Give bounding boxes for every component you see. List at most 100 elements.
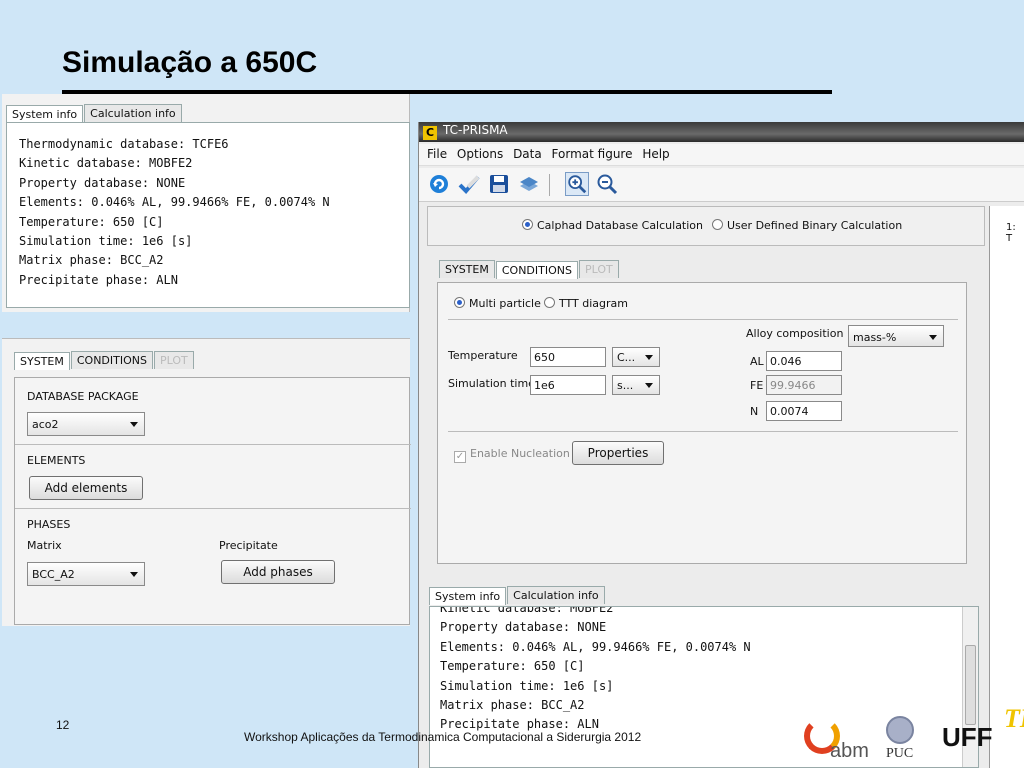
info-line: Elements: 0.046% AL, 99.9466% FE, 0.0074… [440, 639, 751, 654]
conditions-tab-body: Multi particle TTT diagram Alloy composi… [437, 282, 967, 564]
tab-conditions[interactable]: CONDITIONS [70, 351, 153, 369]
app-logo-icon: C [423, 126, 437, 140]
menu-file[interactable]: File [427, 147, 447, 161]
simulation-time-unit-value: s... [617, 379, 634, 392]
info-line: Thermodynamic database: TCFE6 [19, 137, 229, 151]
menu-format-figure[interactable]: Format figure [552, 147, 633, 161]
scrollbar-thumb[interactable] [965, 645, 976, 725]
plot-tab-label[interactable]: 1: T [1006, 222, 1016, 244]
info-line: Kinetic database: MOBFE2 [440, 606, 614, 615]
system-panel-tab-bar: SYSTEM CONDITIONS PLOT [14, 351, 195, 370]
phases-label: PHASES [27, 518, 71, 531]
matrix-phase-select[interactable]: BCC_A2 [27, 562, 145, 586]
alloy-composition-label: Alloy composition [746, 327, 844, 340]
tab-system[interactable]: SYSTEM [439, 260, 495, 278]
tab-conditions[interactable]: CONDITIONS [495, 261, 578, 279]
ttt-diagram-radio[interactable]: TTT diagram [544, 297, 628, 310]
calphad-radio[interactable]: Calphad Database Calculation [522, 219, 703, 232]
abm-logo: abm [830, 740, 869, 762]
matrix-label: Matrix [27, 539, 62, 552]
element-label-al: AL [750, 355, 764, 368]
tab-calculation-info[interactable]: Calculation info [84, 104, 182, 122]
menu-data[interactable]: Data [513, 147, 542, 161]
bottom-info-tab-bar: System info Calculation info [429, 586, 606, 605]
system-info-panel: System info Calculation info Thermodynam… [2, 94, 410, 312]
info-line: Precipitate phase: ALN [19, 272, 178, 287]
multi-particle-label: Multi particle [469, 297, 541, 310]
simulation-time-input[interactable]: 1e6 [530, 375, 606, 395]
temperature-input[interactable]: 650 [530, 347, 606, 367]
refresh-icon[interactable] [427, 172, 451, 196]
tab-system-info[interactable]: System info [6, 105, 84, 123]
database-package-label: DATABASE PACKAGE [27, 390, 139, 403]
info-line: Simulation time: 1e6 [s] [440, 678, 614, 693]
page-number: 12 [56, 718, 70, 732]
user-defined-radio[interactable]: User Defined Binary Calculation [712, 219, 902, 232]
calphad-label: Calphad Database Calculation [537, 219, 703, 232]
radio-selected-icon [522, 219, 533, 230]
chevron-down-icon [130, 422, 138, 427]
properties-button[interactable]: Properties [572, 441, 664, 465]
layers-icon[interactable] [517, 172, 541, 196]
add-phases-button[interactable]: Add phases [221, 560, 335, 584]
checkbox-checked-icon: ✓ [454, 451, 466, 463]
temperature-unit-select[interactable]: C... [612, 347, 660, 367]
info-line: Matrix phase: BCC_A2 [440, 698, 585, 713]
tab-calculation-info[interactable]: Calculation info [507, 586, 605, 604]
chevron-down-icon [929, 335, 937, 340]
info-line: Elements: 0.046% AL, 99.9466% FE, 0.0074… [19, 195, 330, 210]
enable-nucleation-label: Enable Nucleation [470, 447, 570, 460]
divider [448, 319, 958, 320]
alloy-unit-value: mass-% [853, 331, 897, 344]
conditions-tab-bar: SYSTEM CONDITIONS PLOT [439, 260, 620, 279]
tc-prisma-window: C TC-PRISMA File Options Data Format figu… [418, 122, 1024, 768]
user-defined-label: User Defined Binary Calculation [727, 219, 903, 232]
ttt-diagram-label: TTT diagram [559, 297, 629, 310]
puc-logo: PUC [886, 746, 914, 761]
info-line: Kinetic database: MOBFE2 [19, 156, 193, 171]
info-line: Property database: NONE [19, 175, 186, 190]
slide-title: Simulação a 650C [62, 46, 318, 79]
menu-bar: File Options Data Format figure Help [419, 144, 1024, 166]
menu-help[interactable]: Help [642, 147, 669, 161]
system-info-text: Thermodynamic database: TCFE6 Kinetic da… [6, 122, 410, 308]
database-package-value: aco2 [32, 418, 59, 431]
chevron-down-icon [645, 383, 653, 388]
element-label-n: N [750, 405, 759, 418]
database-package-select[interactable]: aco2 [27, 412, 145, 436]
check-icon[interactable] [457, 172, 481, 196]
simulation-time-unit-select[interactable]: s... [612, 375, 660, 395]
chevron-down-icon [130, 572, 138, 577]
zoom-out-icon[interactable] [595, 172, 619, 196]
footer-text: Workshop Aplicações da Termodinamica Com… [244, 730, 642, 744]
element-input-fe[interactable]: 99.9466 [766, 375, 842, 395]
info-line: Temperature: 650 [C] [440, 659, 585, 674]
temperature-unit-value: C... [617, 351, 636, 364]
tab-plot[interactable]: PLOT [153, 351, 194, 369]
elements-label: ELEMENTS [27, 454, 86, 467]
element-input-al[interactable]: 0.046 [766, 351, 842, 371]
radio-icon [544, 297, 555, 308]
precipitate-label: Precipitate [219, 539, 278, 552]
radio-selected-icon [454, 297, 465, 308]
tab-plot[interactable]: PLOT [578, 260, 619, 278]
window-titlebar: C TC-PRISMA [419, 122, 1024, 142]
save-icon[interactable] [487, 172, 511, 196]
add-elements-button[interactable]: Add elements [29, 476, 143, 500]
radio-icon [712, 219, 723, 230]
enable-nucleation-checkbox[interactable]: ✓ Enable Nucleation [454, 447, 570, 463]
tab-system-info[interactable]: System info [429, 587, 507, 605]
info-line: Property database: NONE [440, 620, 607, 635]
info-line: Simulation time: 1e6 [s] [19, 234, 193, 249]
divider [15, 444, 411, 445]
puc-seal-icon [886, 716, 914, 744]
element-input-n[interactable]: 0.0074 [766, 401, 842, 421]
uff-logo: UFF [942, 722, 993, 752]
zoom-in-icon[interactable] [565, 172, 589, 196]
divider [448, 431, 958, 432]
menu-options[interactable]: Options [457, 147, 503, 161]
tab-system[interactable]: SYSTEM [14, 352, 70, 370]
alloy-unit-select[interactable]: mass-% [848, 325, 944, 347]
multi-particle-radio[interactable]: Multi particle [454, 297, 541, 310]
info-tab-bar: System info Calculation info [6, 104, 183, 123]
